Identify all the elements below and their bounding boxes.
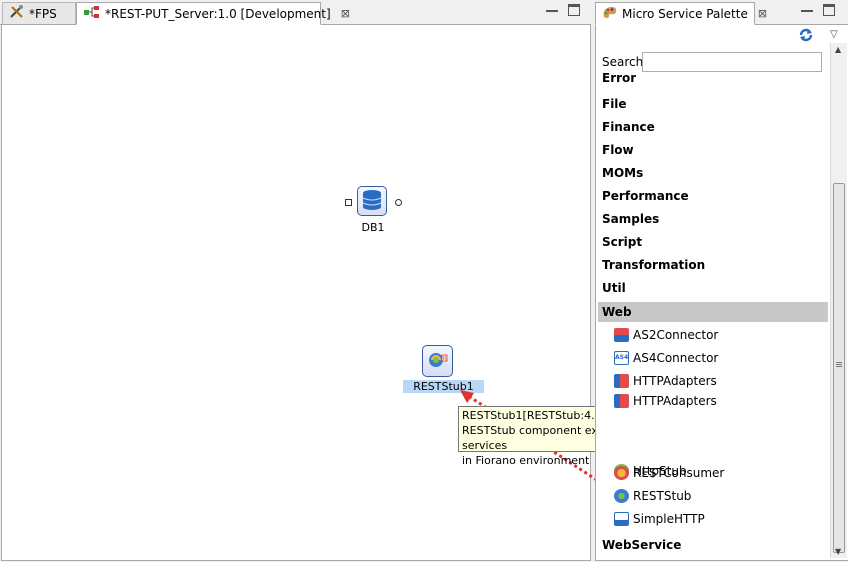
input-port[interactable] [345, 199, 352, 206]
tab-label: Micro Service Palette [622, 6, 748, 21]
maximize-icon[interactable] [568, 4, 580, 16]
service-label: HTTPAdapters [633, 394, 717, 408]
output-port[interactable] [395, 199, 402, 206]
close-icon[interactable]: ⊠ [758, 7, 767, 20]
category-webservice[interactable]: WebService [602, 535, 681, 555]
editor-pane: *FPS *REST-PUT_Server:1.0 [Development] … [0, 0, 709, 562]
as4-icon: AS4 [614, 351, 629, 365]
category-transformation[interactable]: Transformation [602, 255, 705, 275]
flow-diagram-icon [83, 5, 101, 22]
category-flow[interactable]: Flow [602, 140, 634, 160]
service-httpadapters-2[interactable]: HTTPAdapters [614, 394, 717, 408]
palette-scrollbar[interactable]: ▲ ▼ [830, 43, 847, 558]
search-label: Search [602, 55, 644, 69]
palette-icon [602, 5, 618, 22]
service-simplehttp[interactable]: SimpleHTTP [614, 509, 705, 529]
db1-label: DB1 [361, 221, 385, 234]
rest-stub-icon [614, 489, 629, 503]
category-script[interactable]: Script [602, 232, 642, 252]
svg-text:R: R [443, 356, 447, 362]
minimize-icon[interactable] [801, 4, 813, 12]
service-as2connector[interactable]: AS2Connector [614, 325, 718, 345]
service-as4connector[interactable]: AS4 AS4Connector [614, 348, 718, 368]
service-label: SimpleHTTP [633, 512, 705, 526]
reststub1-node[interactable]: R [422, 345, 453, 377]
service-label: HTTPAdapters [633, 374, 717, 388]
http-adapter-icon [614, 394, 629, 408]
rest-stub-icon: R [427, 349, 449, 374]
database-icon [361, 189, 383, 214]
rest-consumer-icon [614, 466, 629, 480]
service-httpadapters[interactable]: HTTPAdapters [614, 371, 717, 391]
tab-rest-put-server[interactable]: *REST-PUT_Server:1.0 [Development] ⊠ [76, 2, 350, 25]
search-row: Search [602, 55, 643, 69]
minimize-icon[interactable] [546, 4, 558, 12]
micro-service-palette: Micro Service Palette ⊠ ▽ Search Error F… [595, 0, 848, 562]
tab-label: *FPS [29, 6, 57, 21]
service-restconsumer[interactable]: RESTConsumer [614, 463, 724, 483]
palette-tab-bar: Micro Service Palette ⊠ [595, 0, 848, 25]
category-web[interactable]: Web [598, 302, 828, 322]
scroll-thumb[interactable] [833, 183, 845, 553]
as2-icon [614, 328, 629, 342]
tools-icon [9, 5, 25, 22]
maximize-icon[interactable] [823, 4, 835, 16]
category-moms[interactable]: MOMs [602, 163, 643, 183]
simple-http-icon [614, 512, 629, 526]
close-icon[interactable]: ⊠ [341, 7, 350, 20]
category-error[interactable]: Error [602, 71, 636, 85]
tab-micro-service-palette[interactable]: Micro Service Palette ⊠ [595, 2, 767, 25]
palette-body: ▽ Search Error File Finance Flow MOMs Pe… [595, 25, 848, 561]
service-label: RESTConsumer [633, 466, 725, 480]
service-reststub[interactable]: RESTStub [614, 486, 691, 506]
category-file[interactable]: File [602, 94, 627, 114]
category-samples[interactable]: Samples [602, 209, 659, 229]
service-label: RESTStub [633, 489, 692, 503]
editor-tab-bar: *FPS *REST-PUT_Server:1.0 [Development] … [0, 0, 591, 25]
db1-node[interactable] [357, 186, 387, 216]
service-label: AS4Connector [633, 351, 719, 365]
category-finance[interactable]: Finance [602, 117, 655, 137]
reststub1-label: RESTStub1 [403, 380, 484, 393]
tab-label: *REST-PUT_Server:1.0 [Development] [105, 6, 331, 21]
category-performance[interactable]: Performance [602, 186, 689, 206]
category-util[interactable]: Util [602, 278, 626, 298]
refresh-icon[interactable] [798, 27, 814, 46]
http-adapter-icon [614, 374, 629, 388]
search-input[interactable] [642, 52, 822, 72]
flow-canvas[interactable]: DB1 R RESTStub1 [1, 25, 591, 561]
service-label: AS2Connector [633, 328, 719, 342]
tab-fps[interactable]: *FPS [2, 2, 76, 24]
scroll-up-icon[interactable]: ▲ [835, 45, 841, 54]
scroll-down-icon[interactable]: ▼ [835, 547, 841, 556]
chevron-down-icon[interactable]: ▽ [830, 29, 838, 40]
